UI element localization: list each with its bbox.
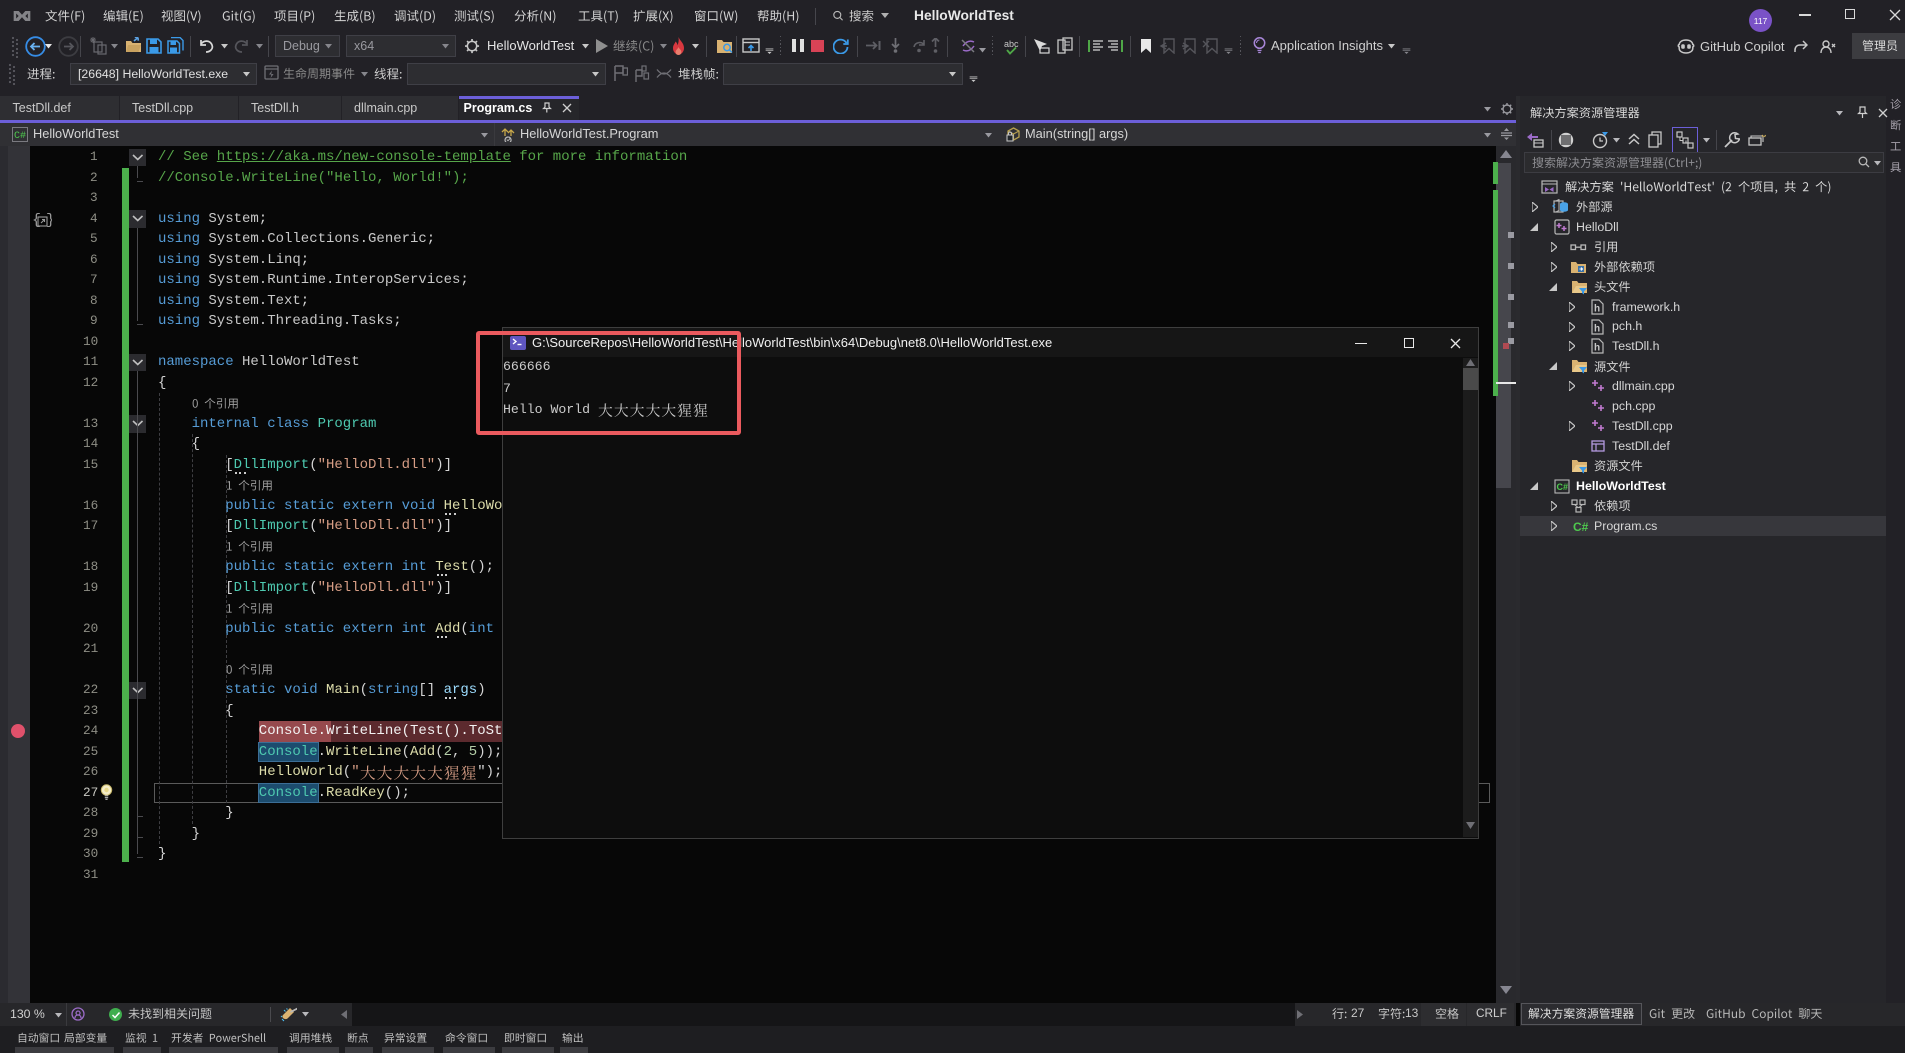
svg-text:C#: C# xyxy=(14,131,26,142)
svg-text:C#: C# xyxy=(1573,520,1589,534)
svg-text:abc: abc xyxy=(1004,39,1019,49)
svg-text:h: h xyxy=(1594,303,1600,314)
svg-text:h: h xyxy=(1594,343,1600,354)
svg-text:h: h xyxy=(1594,323,1600,334)
svg-text:C#: C# xyxy=(1557,482,1569,492)
svg-text:117: 117 xyxy=(1754,16,1768,26)
